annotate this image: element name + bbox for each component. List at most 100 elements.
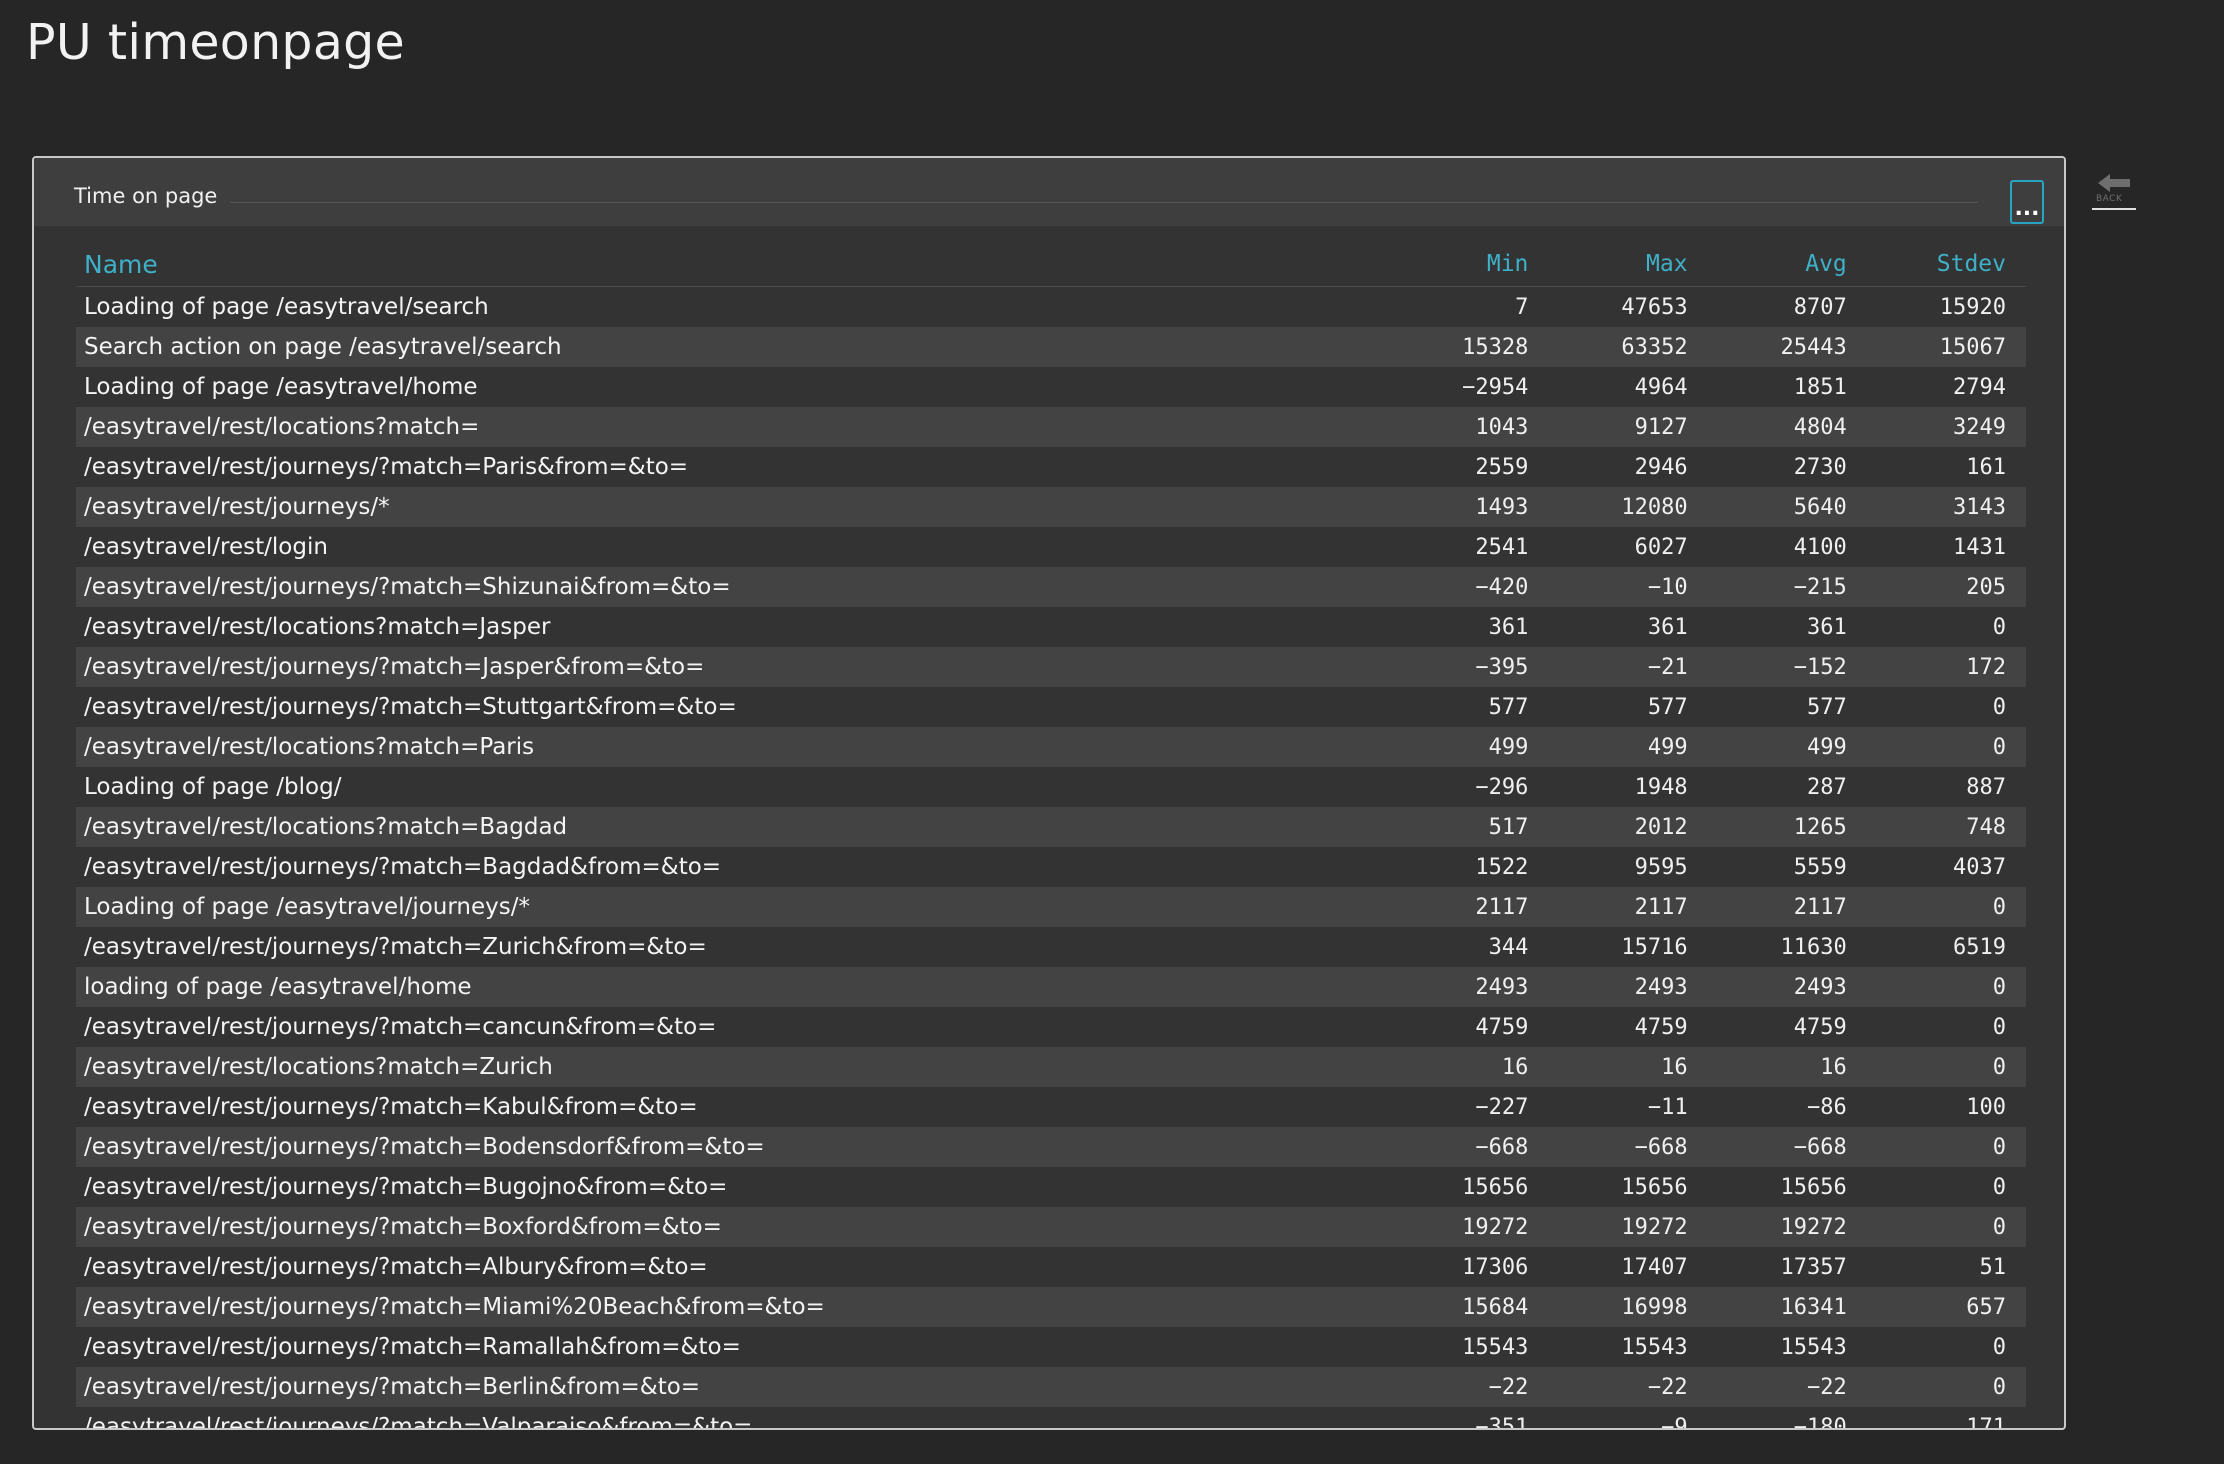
column-header-max[interactable]: Max xyxy=(1548,242,1708,287)
cell-min: 15328 xyxy=(1389,327,1549,367)
cell-name: /easytravel/rest/journeys/?match=Kabul&f… xyxy=(76,1087,1390,1127)
table-row[interactable]: loading of page /easytravel/home 2493 2493… xyxy=(76,967,2026,1007)
cell-avg: 11630 xyxy=(1707,927,1867,967)
table-row[interactable]: /easytravel/rest/journeys/?match=Shizuna… xyxy=(76,567,2026,607)
cell-avg: 4804 xyxy=(1707,407,1867,447)
table-row[interactable]: /easytravel/rest/journeys/?match=Boxford… xyxy=(76,1207,2026,1247)
cell-min: 499 xyxy=(1389,727,1549,767)
table-body: Loading of page /easytravel/search 7 47653… xyxy=(76,286,2026,1428)
cell-max: 19272 xyxy=(1548,1207,1708,1247)
column-header-name[interactable]: Name xyxy=(76,242,1390,287)
cell-avg: 2493 xyxy=(1707,967,1867,1007)
cell-name: /easytravel/rest/locations?match=Jasper xyxy=(76,607,1390,647)
table-row[interactable]: /easytravel/rest/locations?match=Jasper 3… xyxy=(76,607,2026,647)
cell-max: 2012 xyxy=(1548,807,1708,847)
table-row[interactable]: /easytravel/rest/journeys/?match=Kabul&f… xyxy=(76,1087,2026,1127)
table-row[interactable]: /easytravel/rest/journeys/?match=Albury&… xyxy=(76,1247,2026,1287)
cell-avg: 16 xyxy=(1707,1047,1867,1087)
column-header-avg[interactable]: Avg xyxy=(1707,242,1867,287)
cell-max: −668 xyxy=(1548,1127,1708,1167)
cell-min: 17306 xyxy=(1389,1247,1549,1287)
cell-min: 1043 xyxy=(1389,407,1549,447)
cell-stdev: 3249 xyxy=(1866,407,2026,447)
cell-avg: 4100 xyxy=(1707,527,1867,567)
cell-stdev: 657 xyxy=(1866,1287,2026,1327)
cell-min: 1522 xyxy=(1389,847,1549,887)
cell-max: 577 xyxy=(1548,687,1708,727)
table-row[interactable]: /easytravel/rest/journeys/?match=Valpara… xyxy=(76,1407,2026,1428)
cell-stdev: 0 xyxy=(1866,1127,2026,1167)
table-row[interactable]: Search action on page /easytravel/search… xyxy=(76,327,2026,367)
cell-name: /easytravel/rest/journeys/?match=Boxford… xyxy=(76,1207,1390,1247)
table-row[interactable]: Loading of page /easytravel/journeys/* 21… xyxy=(76,887,2026,927)
cell-max: 16 xyxy=(1548,1047,1708,1087)
cell-avg: 4759 xyxy=(1707,1007,1867,1047)
table-row[interactable]: /easytravel/rest/journeys/?match=Berlin&… xyxy=(76,1367,2026,1407)
cell-stdev: 0 xyxy=(1866,1167,2026,1207)
table-container: Name Min Max Avg Stdev Loading of page /… xyxy=(76,242,2026,1428)
cell-stdev: 161 xyxy=(1866,447,2026,487)
cell-min: 2541 xyxy=(1389,527,1549,567)
table-row[interactable]: /easytravel/rest/journeys/?match=Jasper&… xyxy=(76,647,2026,687)
table-row[interactable]: /easytravel/rest/journeys/?match=Zurich&… xyxy=(76,927,2026,967)
cell-min: 16 xyxy=(1389,1047,1549,1087)
table-row[interactable]: /easytravel/rest/journeys/?match=Paris&f… xyxy=(76,447,2026,487)
cell-max: 17407 xyxy=(1548,1247,1708,1287)
table-row[interactable]: Loading of page /easytravel/search 7 47653… xyxy=(76,286,2026,327)
cell-name: /easytravel/rest/locations?match= xyxy=(76,407,1390,447)
table-row[interactable]: /easytravel/rest/journeys/* 1493 12080 5640… xyxy=(76,487,2026,527)
cell-avg: 287 xyxy=(1707,767,1867,807)
table-row[interactable]: Loading of page /easytravel/home −2954 496… xyxy=(76,367,2026,407)
cell-avg: −86 xyxy=(1707,1087,1867,1127)
cell-stdev: 0 xyxy=(1866,1327,2026,1367)
cell-max: 2117 xyxy=(1548,887,1708,927)
cell-min: 1493 xyxy=(1389,487,1549,527)
page-title: PU timeonpage xyxy=(26,14,406,71)
cell-stdev: 0 xyxy=(1866,887,2026,927)
table-row[interactable]: /easytravel/rest/locations?match=Paris 49… xyxy=(76,727,2026,767)
cell-stdev: 0 xyxy=(1866,1207,2026,1247)
back-button[interactable]: BACK xyxy=(2092,172,2140,212)
table-row[interactable]: /easytravel/rest/journeys/?match=Bodensd… xyxy=(76,1127,2026,1167)
cell-stdev: 15067 xyxy=(1866,327,2026,367)
table-row[interactable]: /easytravel/rest/locations?match=Zurich 1… xyxy=(76,1047,2026,1087)
table-row[interactable]: /easytravel/rest/journeys/?match=cancun&… xyxy=(76,1007,2026,1047)
cell-stdev: 6519 xyxy=(1866,927,2026,967)
cell-max: −11 xyxy=(1548,1087,1708,1127)
cell-name: /easytravel/rest/journeys/?match=cancun&… xyxy=(76,1007,1390,1047)
cell-max: −10 xyxy=(1548,567,1708,607)
table-row[interactable]: /easytravel/rest/journeys/?match=Ramalla… xyxy=(76,1327,2026,1367)
cell-name: /easytravel/rest/journeys/?match=Zurich&… xyxy=(76,927,1390,967)
time-on-page-table: Name Min Max Avg Stdev Loading of page /… xyxy=(76,242,2026,1428)
table-row[interactable]: /easytravel/rest/journeys/?match=Miami%2… xyxy=(76,1287,2026,1327)
table-row[interactable]: /easytravel/rest/login 2541 6027 4100 1431 xyxy=(76,527,2026,567)
cell-min: 361 xyxy=(1389,607,1549,647)
panel-title: Time on page xyxy=(74,184,218,208)
cell-min: −227 xyxy=(1389,1087,1549,1127)
table-row[interactable]: /easytravel/rest/locations?match=Bagdad 5… xyxy=(76,807,2026,847)
panel-header-divider xyxy=(230,202,1978,203)
more-options-button[interactable]: ... xyxy=(2010,180,2044,224)
cell-name: /easytravel/rest/locations?match=Bagdad xyxy=(76,807,1390,847)
cell-avg: 5640 xyxy=(1707,487,1867,527)
cell-stdev: 3143 xyxy=(1866,487,2026,527)
cell-avg: 2117 xyxy=(1707,887,1867,927)
table-row[interactable]: /easytravel/rest/journeys/?match=Bugojno… xyxy=(76,1167,2026,1207)
cell-avg: −22 xyxy=(1707,1367,1867,1407)
table-row[interactable]: Loading of page /blog/−296 1948 287 887 xyxy=(76,767,2026,807)
cell-max: 63352 xyxy=(1548,327,1708,367)
panel-header: Time on page ... xyxy=(34,158,2064,226)
cell-max: 15656 xyxy=(1548,1167,1708,1207)
column-header-stdev[interactable]: Stdev xyxy=(1866,242,2026,287)
cell-max: 16998 xyxy=(1548,1287,1708,1327)
cell-name: /easytravel/rest/journeys/?match=Berlin&… xyxy=(76,1367,1390,1407)
column-header-min[interactable]: Min xyxy=(1389,242,1549,287)
cell-min: −2954 xyxy=(1389,367,1549,407)
table-row[interactable]: /easytravel/rest/journeys/?match=Stuttga… xyxy=(76,687,2026,727)
cell-stdev: 1431 xyxy=(1866,527,2026,567)
table-row[interactable]: /easytravel/rest/journeys/?match=Bagdad&… xyxy=(76,847,2026,887)
cell-avg: 1265 xyxy=(1707,807,1867,847)
cell-min: −351 xyxy=(1389,1407,1549,1428)
cell-name: /easytravel/rest/journeys/* xyxy=(76,487,1390,527)
table-row[interactable]: /easytravel/rest/locations?match= 1043 912… xyxy=(76,407,2026,447)
